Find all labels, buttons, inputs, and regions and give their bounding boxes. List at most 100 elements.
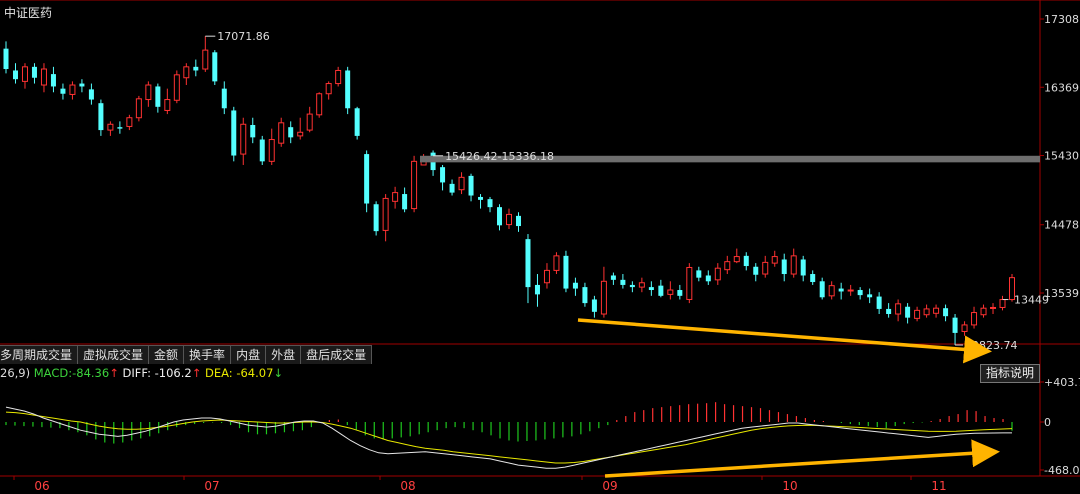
price-down-arrow xyxy=(577,318,992,364)
macd-arrow: ↑ xyxy=(109,366,119,380)
candle-body xyxy=(487,199,493,208)
candle-body xyxy=(3,48,9,70)
price-annotations: 17071.8615426.42-15336.1812823.7413449 xyxy=(205,30,1049,352)
indicator-help-button[interactable]: 指标说明 xyxy=(980,364,1040,383)
price-tick-label: 13539 xyxy=(1044,287,1079,300)
candle-body xyxy=(553,255,560,271)
candle-body xyxy=(867,294,873,298)
macd-axis: +403.7 0 -468.0 xyxy=(1040,376,1080,477)
candle-body xyxy=(278,122,285,144)
candle-body xyxy=(155,86,161,107)
candle-body xyxy=(259,139,265,162)
candle-body xyxy=(895,303,902,315)
candle-body xyxy=(952,317,958,333)
candle-body xyxy=(838,288,844,292)
candle-body xyxy=(857,290,863,296)
time-axis: 06 07 08 09 10 11 xyxy=(13,476,947,493)
candle-body xyxy=(145,84,152,101)
candle-body xyxy=(771,256,778,264)
candle-body xyxy=(610,275,616,280)
candle-body xyxy=(506,213,512,226)
candle-body xyxy=(306,113,313,131)
candle-body xyxy=(231,110,237,156)
candle-body xyxy=(563,255,569,289)
diff-arrow: ↑ xyxy=(191,366,202,380)
candle-body xyxy=(886,308,892,315)
grid xyxy=(0,0,1080,477)
chart-canvas: 17308 16369 15430 14478 13539 17071.86 15426.… xyxy=(0,0,1080,493)
candle-body xyxy=(268,139,275,162)
dea-arrow: ↓ xyxy=(273,366,284,380)
macd-params: 26,9) xyxy=(0,366,31,380)
candle-body xyxy=(980,307,987,316)
candlestick-series xyxy=(3,36,1015,345)
candle-body xyxy=(212,52,218,82)
price-tick-label: 16369 xyxy=(1044,81,1079,94)
candle-body xyxy=(325,83,332,95)
candle-body xyxy=(458,176,465,191)
candle-body xyxy=(658,285,664,296)
candle-body xyxy=(60,88,66,94)
candle-body xyxy=(810,274,816,283)
candle-body xyxy=(107,123,114,131)
macd-up-arrow xyxy=(604,439,1000,478)
candle-body xyxy=(402,194,408,210)
gap-annotation: 15426.42-15336.18 xyxy=(445,150,554,163)
candle-body xyxy=(478,196,484,200)
macd-tick-label: +403.7 xyxy=(1044,376,1080,389)
dea-value: -64.07 xyxy=(236,366,274,380)
candle-body xyxy=(905,306,911,318)
candle-body xyxy=(762,261,769,275)
candle-body xyxy=(800,259,806,276)
candle-body xyxy=(449,183,455,193)
macd-histogram xyxy=(5,402,1013,444)
candle-body xyxy=(876,296,882,309)
candle-body xyxy=(40,68,47,86)
candle-body xyxy=(288,127,294,138)
candle-body xyxy=(819,281,825,298)
candle-body xyxy=(411,160,418,210)
tab-after-hours-volume[interactable]: 盘后成交量 xyxy=(301,345,373,364)
candle-body xyxy=(382,197,389,231)
candle-body xyxy=(591,299,597,312)
candle-body xyxy=(790,255,797,275)
candle-body xyxy=(316,93,323,116)
tab-outer-volume[interactable]: 外盘 xyxy=(266,345,302,364)
candle-body xyxy=(250,124,256,138)
candle-body xyxy=(743,255,749,267)
candle-body xyxy=(971,312,978,326)
month-tick-label: 10 xyxy=(782,479,797,493)
tab-multi-period-volume[interactable]: 多周期成交量 xyxy=(0,345,79,364)
candle-body xyxy=(534,284,540,295)
tab-turnover[interactable]: 换手率 xyxy=(184,345,232,364)
candle-body xyxy=(392,192,399,202)
candle-body xyxy=(335,69,342,85)
candle-body xyxy=(21,66,28,82)
candle-body xyxy=(714,267,721,281)
candle-body xyxy=(990,306,997,309)
candle-body xyxy=(88,89,94,100)
month-tick-label: 11 xyxy=(931,479,946,493)
candle-body xyxy=(753,266,759,275)
candle-body xyxy=(914,309,921,319)
candle-body xyxy=(135,98,142,119)
candle-body xyxy=(724,261,731,271)
candle-body xyxy=(50,74,56,87)
candle-body xyxy=(468,175,474,196)
candle-body xyxy=(117,127,123,129)
price-tick-label: 14478 xyxy=(1044,219,1079,232)
macd-tick-label: -468.0 xyxy=(1044,464,1079,477)
candle-body xyxy=(572,282,578,289)
candle-body xyxy=(440,167,446,183)
candle-body xyxy=(667,289,674,295)
candle-body xyxy=(525,239,531,288)
tab-amount[interactable]: 金额 xyxy=(149,345,185,364)
candle-body xyxy=(364,154,370,204)
tab-virtual-volume[interactable]: 虚拟成交量 xyxy=(78,345,150,364)
candle-body xyxy=(933,307,940,314)
tab-inner-volume[interactable]: 内盘 xyxy=(231,345,267,364)
price-tick-label: 17308 xyxy=(1044,13,1079,26)
candle-body xyxy=(297,131,304,137)
candle-body xyxy=(126,117,133,127)
last-price-label: 13449 xyxy=(1014,294,1049,307)
